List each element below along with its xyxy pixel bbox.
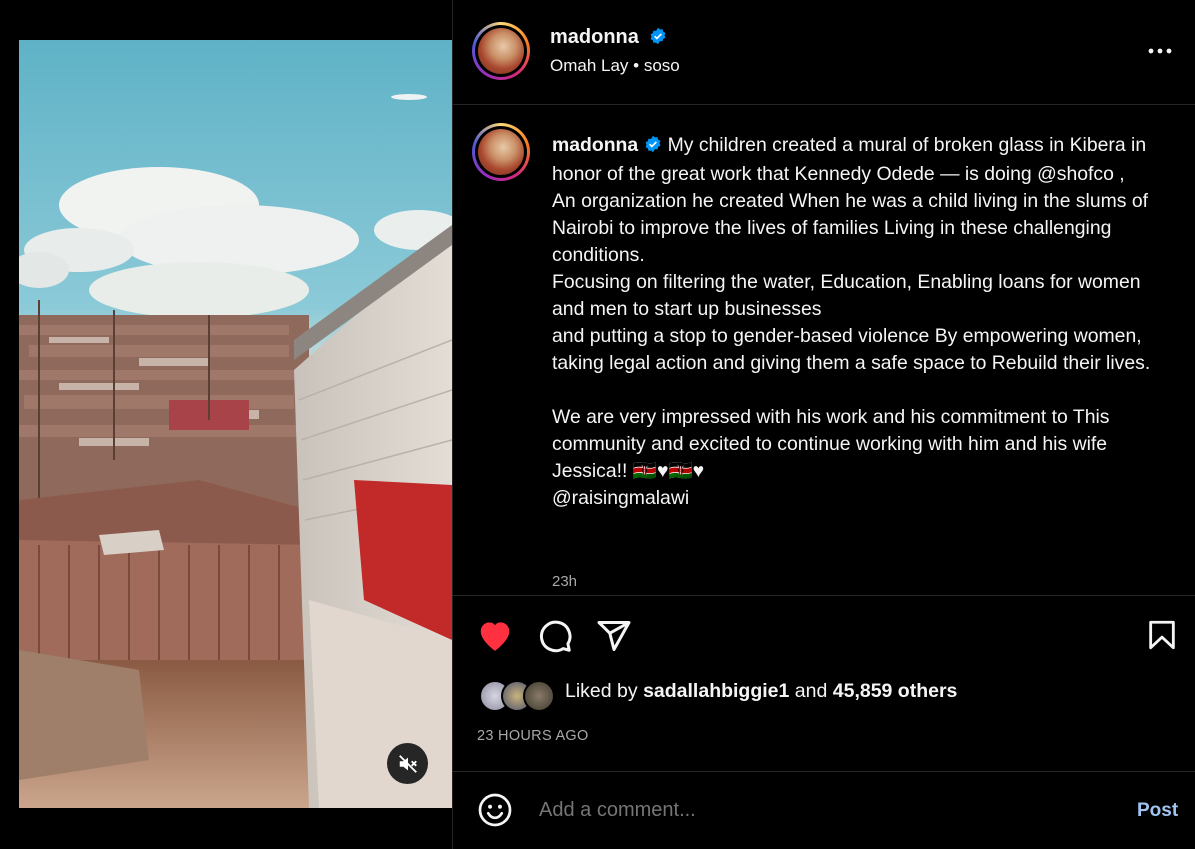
post-actions: Liked by sadallahbiggie1 and 45,859 othe… [453, 596, 1195, 772]
post-details-panel: madonna Omah Lay • soso madonna My child… [453, 0, 1195, 849]
avatar-image [478, 28, 524, 74]
likes-count[interactable]: 45,859 others [833, 680, 958, 702]
caption-avatar[interactable] [472, 123, 530, 181]
comment-icon [539, 620, 572, 653]
mute-button[interactable] [387, 743, 428, 784]
like-button[interactable] [476, 617, 514, 658]
audio-track[interactable]: Omah Lay • soso [550, 56, 680, 76]
heart-icon [480, 622, 510, 651]
author-avatar[interactable] [472, 22, 530, 80]
more-options-icon [1148, 48, 1172, 54]
comment-bar: Post [453, 772, 1195, 849]
liked-by-mid: and [789, 680, 833, 702]
post-header: madonna Omah Lay • soso [453, 0, 1195, 105]
post-age[interactable]: 23 HOURS AGO [477, 728, 589, 744]
caption-timestamp[interactable]: 23h [552, 573, 577, 590]
author-username[interactable]: madonna [550, 26, 639, 48]
avatar-image [478, 129, 524, 175]
save-button[interactable] [1145, 618, 1179, 657]
muted-speaker-icon [398, 754, 417, 773]
more-options-button[interactable] [1147, 38, 1173, 69]
verified-badge-icon [649, 27, 667, 50]
avatar-border [475, 126, 527, 178]
bookmark-icon [1149, 620, 1175, 650]
caption-text: madonna My children created a mural of b… [552, 132, 1172, 512]
verified-badge-icon [644, 134, 662, 161]
video-frame-image [19, 40, 452, 808]
liker-avatars[interactable] [479, 680, 559, 712]
post-comment-button[interactable]: Post [1137, 800, 1178, 822]
share-icon [597, 621, 631, 651]
comment-button[interactable] [537, 618, 573, 659]
emoji-icon [478, 793, 512, 827]
liked-by-prefix: Liked by [565, 680, 644, 702]
caption-section: madonna My children created a mural of b… [453, 105, 1195, 596]
share-button[interactable] [596, 618, 632, 659]
caption-body: My children created a mural of broken gl… [552, 134, 1151, 509]
comment-input[interactable] [537, 798, 1101, 823]
caption-username[interactable]: madonna [552, 134, 638, 156]
likes-summary: Liked by sadallahbiggie1 and 45,859 othe… [565, 680, 957, 703]
emoji-button[interactable] [477, 792, 513, 833]
post-video[interactable] [19, 40, 452, 808]
liked-by-user[interactable]: sadallahbiggie1 [643, 680, 789, 702]
liker-avatar [523, 680, 555, 712]
avatar-border [475, 25, 527, 77]
